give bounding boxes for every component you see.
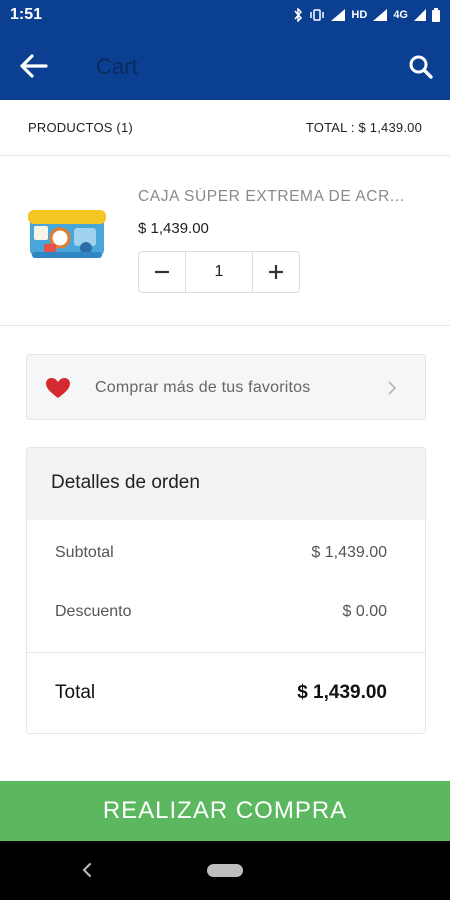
page-title: Cart — [96, 54, 138, 79]
vibrate-icon — [310, 9, 325, 21]
order-details-card: Detalles de orden Subtotal $ 1,439.00 De… — [26, 447, 426, 734]
cart-summary: PRODUCTOS (1) TOTAL : $ 1,439.00 — [0, 100, 450, 156]
status-bar: 1:51 HD 4G — [0, 0, 450, 32]
favorites-banner[interactable]: Comprar más de tus favoritos — [26, 354, 426, 420]
favorites-banner-label: Comprar más de tus favoritos — [95, 379, 311, 396]
quantity-stepper: 1 — [138, 251, 300, 293]
battery-icon — [432, 8, 440, 22]
minus-icon — [155, 270, 169, 274]
signal-icon-3 — [414, 9, 426, 21]
heart-icon — [46, 378, 70, 398]
discount-value: $ 0.00 — [342, 603, 387, 620]
status-time: 1:51 — [10, 6, 43, 23]
nav-home-pill-icon[interactable] — [207, 864, 243, 877]
decrement-button[interactable] — [139, 252, 185, 292]
order-details-header: Detalles de orden — [27, 448, 425, 520]
product-price: $ 1,439.00 — [138, 220, 209, 237]
total-label: Total — [55, 682, 96, 703]
bluetooth-icon — [294, 8, 303, 22]
discount-label: Descuento — [55, 603, 132, 620]
subtotal-row: Subtotal $ 1,439.00 — [55, 544, 387, 562]
products-count: PRODUCTOS (1) — [28, 120, 133, 135]
cart-total: TOTAL : $ 1,439.00 — [305, 120, 422, 135]
subtotal-value: $ 1,439.00 — [311, 544, 387, 561]
total-row: Total $ 1,439.00 — [55, 682, 387, 704]
discount-row: Descuento $ 0.00 — [55, 603, 387, 621]
product-name[interactable]: CAJA SÚPER EXTREMA DE ACR... — [138, 188, 430, 206]
status-icons: HD 4G — [293, 8, 440, 22]
subtotal-label: Subtotal — [55, 544, 114, 561]
total-value: $ 1,439.00 — [297, 682, 387, 703]
product-image[interactable] — [26, 204, 108, 264]
plus-icon — [269, 265, 283, 279]
hd-label: HD — [351, 9, 368, 21]
quantity-value: 1 — [185, 252, 253, 292]
system-nav-bar — [0, 841, 450, 900]
checkout-button[interactable]: REALIZAR COMPRA — [0, 781, 450, 841]
arrow-left-icon — [20, 54, 48, 78]
cart-item: CAJA SÚPER EXTREMA DE ACR... $ 1,439.00 … — [0, 156, 450, 326]
chevron-right-icon — [388, 381, 397, 395]
order-details-title: Detalles de orden — [51, 472, 200, 493]
search-button[interactable] — [408, 54, 434, 80]
search-icon — [409, 55, 433, 79]
increment-button[interactable] — [253, 252, 299, 292]
app-bar: Cart — [0, 32, 450, 100]
nav-back-icon[interactable] — [80, 861, 94, 879]
network-label: 4G — [393, 9, 408, 21]
order-divider — [27, 652, 425, 653]
back-button[interactable] — [18, 52, 50, 80]
signal-icon — [331, 9, 346, 21]
signal-icon-2 — [373, 9, 388, 21]
